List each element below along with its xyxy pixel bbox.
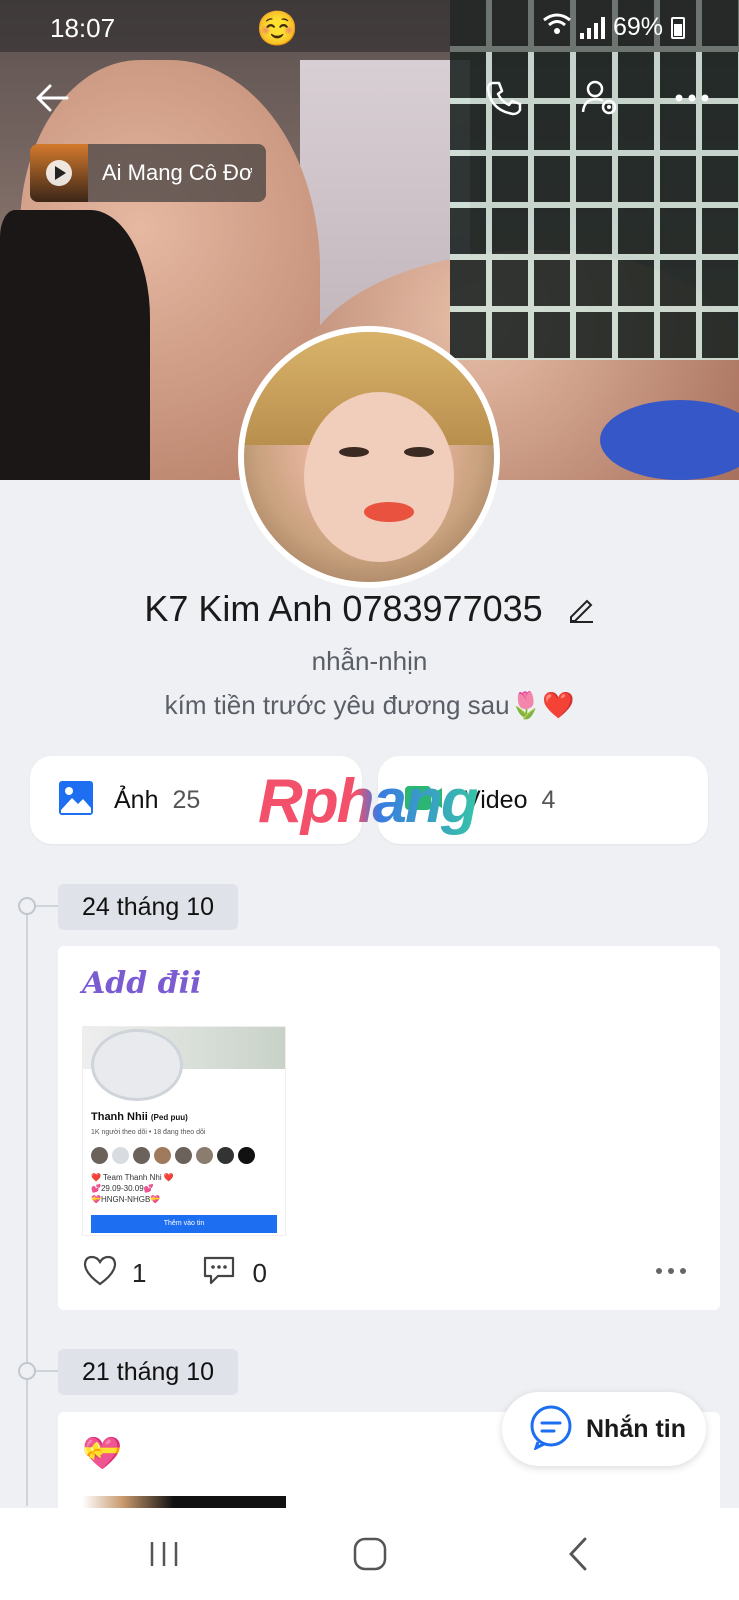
music-title: Ai Mang Cô Đơn	[102, 160, 252, 185]
profile-settings-button[interactable]	[576, 74, 624, 122]
chat-icon	[528, 1404, 574, 1455]
comment-icon	[204, 1256, 235, 1285]
back-arrow-icon	[36, 84, 69, 112]
phone-icon	[486, 81, 522, 116]
user-gear-icon	[581, 80, 617, 115]
profile-name-row: K7 Kim Anh 0783977035	[0, 588, 739, 632]
status-time: 18:07	[50, 13, 116, 43]
status-emoji: ☺️	[256, 10, 299, 48]
profile-nickname: nhẫn-nhịn	[311, 646, 428, 676]
home-button[interactable]	[340, 1534, 400, 1574]
post-more-button[interactable]	[656, 1268, 686, 1274]
heart-icon	[83, 1255, 117, 1286]
post-image-name: Thanh Nhii	[91, 1111, 148, 1123]
play-icon	[46, 160, 72, 186]
profile-name: K7 Kim Anh 0783977035	[144, 588, 543, 629]
comment-count: 0	[252, 1258, 267, 1288]
timeline-date: 24 tháng 10	[58, 884, 239, 930]
image-icon	[58, 780, 94, 821]
recent-apps-icon	[150, 1542, 178, 1566]
edit-name-button[interactable]	[567, 590, 595, 632]
post-title: Add đii	[82, 966, 202, 1001]
system-nav-bar	[0, 1508, 739, 1600]
profile-music-chip[interactable]: Ai Mang Cô Đơn	[30, 144, 266, 202]
message-button[interactable]: Nhắn tin	[502, 1392, 706, 1466]
back-button[interactable]	[28, 74, 76, 122]
post-card[interactable]: Add đii Thanh Nhii (Ped puu) 1K người th…	[58, 946, 720, 1310]
post-image-line2: 💕29.09-30.09💕	[91, 1184, 154, 1193]
music-thumbnail	[30, 144, 88, 202]
like-button[interactable]	[82, 1254, 118, 1293]
post-title: 💝	[82, 1435, 122, 1471]
comment-button[interactable]	[202, 1254, 236, 1293]
photos-label: Ảnh	[114, 785, 159, 814]
timeline-dot	[18, 1362, 36, 1380]
like-count: 1	[132, 1258, 147, 1288]
timeline-line	[26, 906, 28, 1506]
more-dots-icon	[675, 94, 709, 102]
more-options-button[interactable]	[668, 74, 716, 122]
message-button-label: Nhắn tin	[586, 1414, 686, 1443]
pencil-icon	[569, 600, 593, 624]
post-image-name-suffix: (Ped puu)	[150, 1113, 188, 1122]
timeline-dot	[18, 897, 36, 915]
system-back-button[interactable]	[548, 1534, 608, 1574]
battery-percent: 69%	[612, 13, 663, 41]
photos-count: 25	[172, 785, 201, 814]
signal-icon	[579, 16, 605, 39]
chevron-left-icon	[569, 1537, 587, 1571]
profile-bio: kím tiền trước yêu đương sau🌷❤️	[164, 690, 575, 720]
status-bar: 18:07 ☺️ 69%	[0, 0, 739, 52]
avatar[interactable]	[238, 326, 500, 588]
timeline-date: 21 tháng 10	[58, 1349, 239, 1395]
post-image-line3: 💝HNGN-NHGB💝	[91, 1195, 161, 1204]
post-image-stats: 1K người theo dõi • 18 đang theo dõi	[91, 1129, 206, 1136]
post-image[interactable]: Thanh Nhii (Ped puu) 1K người theo dõi •…	[82, 1026, 286, 1236]
home-icon	[353, 1537, 387, 1571]
post-image-button: Thêm vào tin	[91, 1215, 277, 1233]
videos-count: 4	[541, 785, 556, 814]
wifi-icon	[542, 12, 572, 43]
post-image-line1: ❤️ Team Thanh Nhi ❤️	[91, 1173, 174, 1182]
watermark: Rphang	[258, 767, 479, 836]
call-button[interactable]	[480, 74, 528, 122]
battery-icon	[671, 16, 685, 39]
recent-apps-button[interactable]	[134, 1534, 194, 1574]
